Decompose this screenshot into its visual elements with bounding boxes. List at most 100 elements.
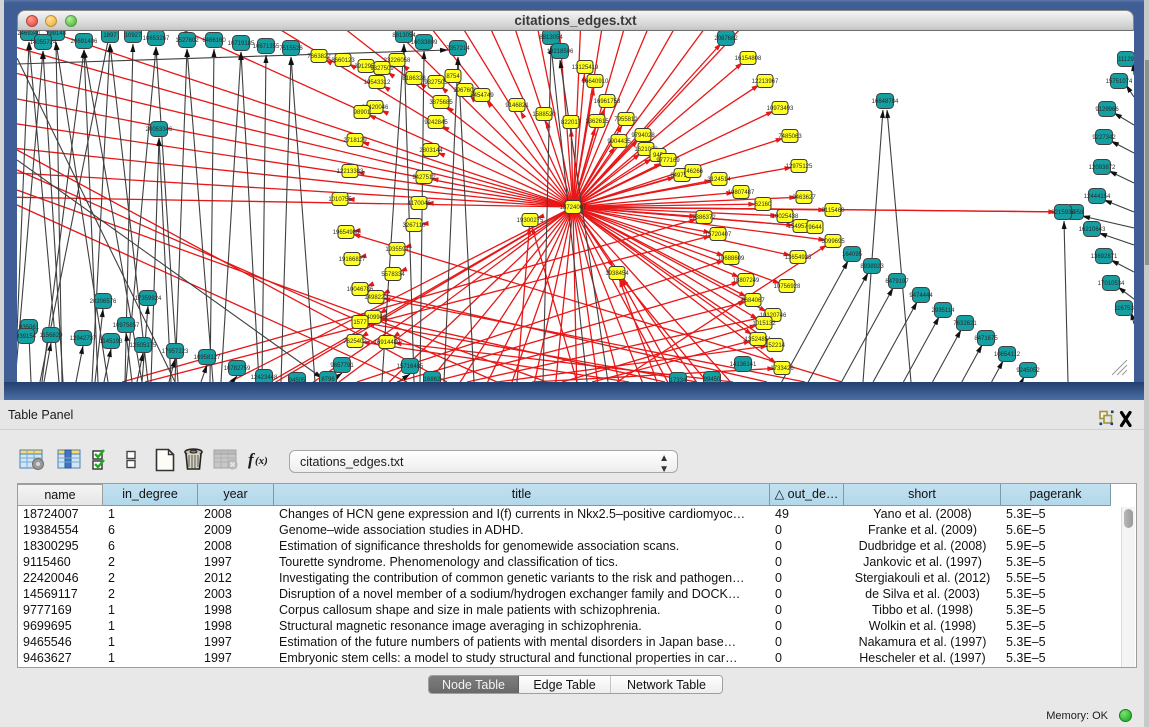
- svg-text:5578334: 5578334: [381, 272, 405, 278]
- svg-text:6479197: 6479197: [885, 279, 909, 285]
- svg-text:17359924: 17359924: [135, 296, 162, 302]
- svg-text:164095: 164095: [842, 252, 863, 258]
- svg-text:8796: 8796: [321, 377, 335, 382]
- svg-text:16210643: 16210643: [1079, 227, 1106, 233]
- svg-text:94505: 94505: [289, 378, 306, 382]
- svg-text:7485063: 7485063: [778, 134, 802, 140]
- svg-text:12213967: 12213967: [752, 79, 779, 85]
- svg-text:18807249: 18807249: [733, 278, 760, 284]
- svg-text:3875685: 3875685: [429, 100, 453, 106]
- svg-text:9129966: 9129966: [1095, 107, 1119, 113]
- svg-text:16914489: 16914489: [374, 340, 401, 346]
- svg-text:9115460: 9115460: [822, 208, 846, 214]
- svg-text:2087682: 2087682: [714, 36, 738, 42]
- svg-text:10975857: 10975857: [113, 323, 140, 329]
- svg-text:9327505: 9327505: [424, 80, 448, 86]
- svg-text:6466160: 6466160: [202, 38, 226, 44]
- svg-text:9327509: 9327509: [370, 66, 394, 72]
- svg-text:1156829: 1156829: [40, 333, 64, 339]
- svg-text:7386372: 7386372: [692, 215, 716, 221]
- svg-text:13654923: 13654923: [785, 255, 812, 261]
- svg-text:15720407: 15720407: [705, 232, 732, 238]
- svg-text:9474444: 9474444: [909, 293, 933, 299]
- svg-text:19300275: 19300275: [517, 218, 544, 224]
- svg-text:12213383: 12213383: [337, 169, 364, 175]
- svg-text:8660123: 8660123: [331, 58, 355, 64]
- svg-text:1362615: 1362615: [585, 119, 609, 125]
- svg-text:6099695: 6099695: [821, 239, 845, 245]
- svg-text:10927: 10927: [125, 33, 142, 39]
- svg-text:19654988: 19654988: [333, 230, 360, 236]
- svg-text:9777169: 9777169: [656, 158, 680, 164]
- svg-text:8754: 8754: [446, 74, 460, 80]
- svg-text:10719185: 10719185: [228, 41, 255, 47]
- svg-text:16033809: 16033809: [411, 40, 438, 46]
- svg-text:1498222: 1498222: [364, 295, 388, 301]
- svg-text:10654112: 10654112: [994, 352, 1021, 358]
- svg-text:10782759: 10782759: [224, 366, 251, 372]
- svg-text:16961758: 16961758: [594, 99, 621, 105]
- svg-text:19166827: 19166827: [339, 257, 366, 263]
- svg-text:10543312: 10543312: [364, 80, 391, 86]
- svg-text:12444154: 12444154: [1084, 194, 1111, 200]
- svg-text:12093872: 12093872: [1089, 165, 1116, 171]
- svg-text:9242845: 9242845: [424, 120, 448, 126]
- svg-text:1010755: 1010755: [328, 197, 352, 203]
- svg-text:7955812: 7955812: [614, 117, 638, 123]
- svg-text:8471675: 8471675: [974, 336, 998, 342]
- svg-text:20691406: 20691406: [71, 39, 98, 45]
- svg-text:1897: 1897: [103, 33, 117, 39]
- svg-text:(x): (x): [255, 455, 268, 467]
- svg-text:3267110: 3267110: [403, 223, 427, 229]
- svg-text:12423448: 12423448: [251, 375, 278, 381]
- svg-text:17334: 17334: [670, 378, 687, 382]
- svg-text:10653267: 10653267: [143, 36, 170, 42]
- svg-text:7663822: 7663822: [307, 54, 331, 60]
- svg-text:7515526: 7515526: [279, 46, 303, 52]
- svg-text:12505175: 12505175: [130, 343, 157, 349]
- svg-text:1145193: 1145193: [100, 339, 124, 345]
- svg-text:822017: 822017: [561, 120, 582, 126]
- svg-text:8813054: 8813054: [392, 33, 416, 39]
- svg-text:3215938: 3215938: [1051, 210, 1075, 216]
- svg-text:7357214: 7357214: [446, 46, 470, 52]
- svg-text:2718129: 2718129: [343, 138, 367, 144]
- svg-text:20206576: 20206576: [90, 299, 117, 305]
- svg-text:15751074: 15751074: [1106, 79, 1133, 85]
- svg-text:12942737: 12942737: [70, 336, 97, 342]
- svg-text:7632621: 7632621: [953, 321, 977, 327]
- svg-text:9227342: 9227342: [1092, 135, 1116, 141]
- svg-text:1577: 1577: [353, 320, 367, 326]
- svg-text:2935114: 2935114: [932, 308, 956, 314]
- svg-text:1527602: 1527602: [175, 38, 199, 44]
- svg-text:7625402: 7625402: [343, 339, 367, 345]
- svg-text:10756928: 10756928: [774, 284, 801, 290]
- svg-text:16640910: 16640910: [582, 79, 609, 85]
- svg-text:152214: 152214: [765, 343, 786, 349]
- svg-text:14055724: 14055724: [30, 40, 57, 46]
- svg-text:1015132: 1015132: [752, 321, 776, 327]
- svg-text:10671355: 10671355: [253, 44, 280, 50]
- svg-text:11129: 11129: [1118, 57, 1134, 63]
- svg-text:746266: 746266: [683, 169, 704, 175]
- svg-text:18724007: 18724007: [560, 205, 587, 211]
- svg-text:99450: 99450: [704, 377, 721, 382]
- svg-text:9657791: 9657791: [330, 363, 354, 369]
- svg-text:10958127: 10958127: [194, 355, 221, 361]
- svg-text:9463627: 9463627: [792, 195, 816, 201]
- svg-text:62160: 62160: [755, 202, 772, 208]
- svg-text:13125419: 13125419: [572, 65, 599, 71]
- svg-text:9904435: 9904435: [607, 139, 631, 145]
- svg-text:1938454: 1938454: [605, 271, 629, 277]
- svg-text:13692871: 13692871: [1091, 254, 1118, 260]
- svg-text:2803144: 2803144: [419, 148, 443, 154]
- svg-text:16648784: 16648784: [872, 99, 899, 105]
- svg-text:939154: 939154: [17, 334, 37, 340]
- svg-text:8186328: 8186328: [402, 76, 426, 82]
- svg-text:12975125: 12975125: [786, 164, 813, 170]
- svg-text:9245052: 9245052: [1016, 368, 1040, 374]
- svg-text:9684067: 9684067: [741, 298, 765, 304]
- svg-text:8813054: 8813054: [539, 35, 563, 41]
- svg-text:10688609: 10688609: [718, 256, 745, 262]
- svg-text:9146821: 9146821: [505, 103, 529, 109]
